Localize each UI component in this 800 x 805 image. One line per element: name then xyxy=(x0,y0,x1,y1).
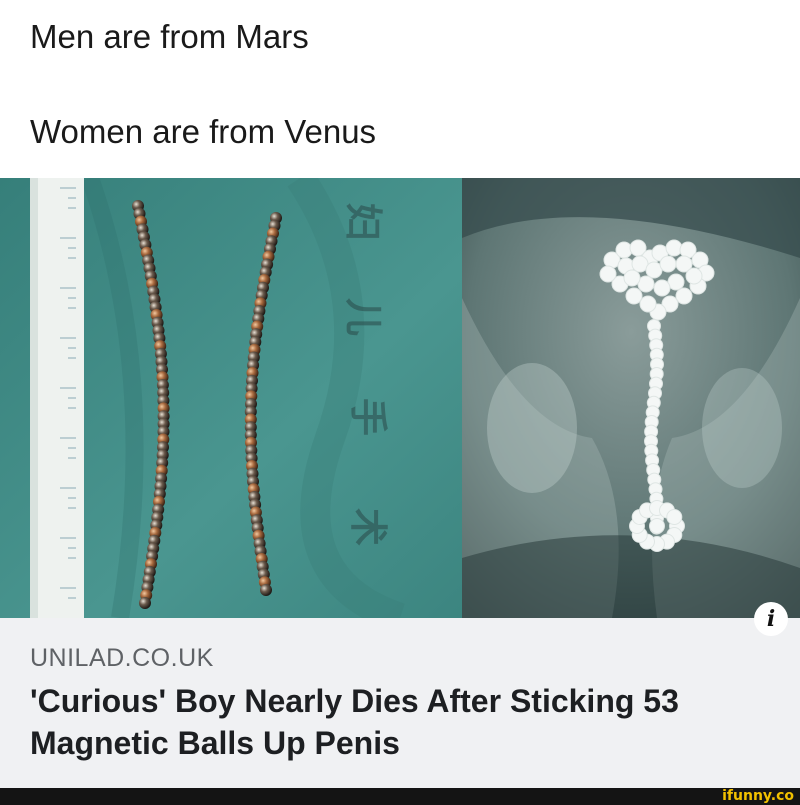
info-icon[interactable]: i xyxy=(754,602,788,636)
xray-ball xyxy=(615,241,633,259)
article-photo[interactable]: 妇 儿 手 术 xyxy=(0,178,800,618)
magnetic-ball xyxy=(260,584,272,596)
xray-ball xyxy=(639,295,657,313)
xray-ball xyxy=(653,279,671,297)
svg-text:术: 术 xyxy=(346,508,390,546)
svg-text:妇: 妇 xyxy=(341,203,385,241)
xray-ball xyxy=(675,287,693,305)
xray-ball xyxy=(649,518,665,534)
xray-ball xyxy=(599,265,617,283)
magnetic-balls-image: 妇 儿 手 术 xyxy=(0,178,462,618)
magnetic-ball xyxy=(139,597,151,609)
xray-ball xyxy=(625,287,643,305)
xray-image xyxy=(462,178,800,618)
xray-ball xyxy=(665,239,683,257)
xray-ball xyxy=(666,509,683,525)
link-preview-card[interactable]: i UNILAD.CO.UK 'Curious' Boy Nearly Dies… xyxy=(0,602,800,788)
link-headline[interactable]: 'Curious' Boy Nearly Dies After Sticking… xyxy=(30,680,770,764)
footer-bar: ifunny.co xyxy=(0,788,800,805)
caption-line-2: Women are from Venus xyxy=(30,113,377,150)
ifunny-watermark: ifunny.co xyxy=(722,788,794,804)
svg-text:手: 手 xyxy=(346,398,390,436)
xray-ball xyxy=(685,267,703,285)
xray-ball xyxy=(659,255,677,273)
svg-text:儿: 儿 xyxy=(341,298,385,336)
xray-ball xyxy=(623,269,641,287)
caption-line-1: Men are from Mars xyxy=(30,18,309,55)
link-domain: UNILAD.CO.UK xyxy=(30,644,214,672)
